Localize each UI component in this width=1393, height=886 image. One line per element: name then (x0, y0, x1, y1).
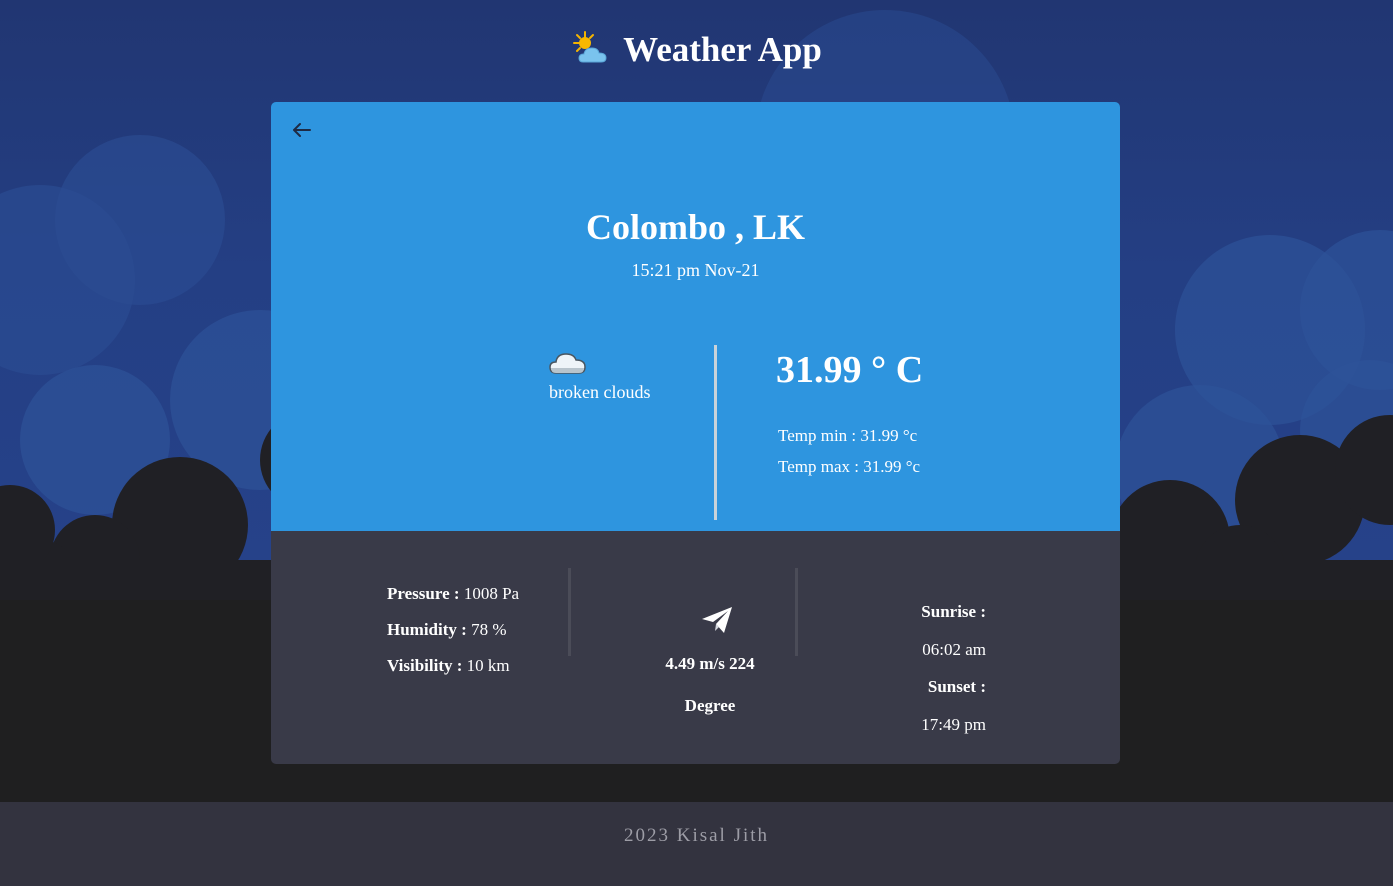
city-name: Colombo , LK (585, 207, 806, 247)
sun-behind-cloud-icon (573, 31, 607, 63)
paper-plane-icon (702, 607, 732, 633)
wind-degree: Degree (684, 696, 736, 715)
wind-speed: 4.49 m/s 224 (665, 654, 755, 673)
weather-details: Pressure : 1008 Pa Humidity : 78 % Visib… (271, 531, 1120, 764)
footer: 2023 Kisal Jith (0, 802, 1393, 886)
divider (714, 345, 717, 520)
temp-min: Temp min : 31.99 °c (778, 426, 918, 445)
sunset-time: 17:49 pm (921, 715, 986, 734)
visibility-stat: Visibility : 10 km (387, 656, 510, 676)
cloud-icon (549, 353, 586, 374)
arrow-left-icon[interactable] (289, 120, 315, 140)
visibility-value: 10 km (466, 656, 510, 675)
pressure-label: Pressure : (387, 584, 460, 603)
divider (568, 568, 571, 656)
weather-card: Colombo , LK 15:21 pm Nov-21 broken clou… (271, 102, 1120, 531)
divider (795, 568, 798, 656)
date-time: 15:21 pm Nov-21 (631, 260, 760, 280)
visibility-label: Visibility : (387, 656, 463, 675)
pressure-stat: Pressure : 1008 Pa (387, 584, 519, 604)
app-header: Weather App (0, 30, 1393, 70)
weather-condition: broken clouds (549, 382, 651, 402)
temperature: 31.99 ° C (776, 349, 924, 391)
footer-text: 2023 Kisal Jith (623, 825, 770, 846)
humidity-label: Humidity : (387, 620, 467, 639)
sunset-label: Sunset : (927, 677, 986, 696)
sunrise-label: Sunrise : (921, 602, 986, 621)
temp-max: Temp max : 31.99 °c (778, 457, 921, 476)
pressure-value: 1008 Pa (463, 584, 520, 603)
humidity-stat: Humidity : 78 % (387, 620, 506, 640)
humidity-value: 78 % (471, 620, 507, 639)
sunrise-time: 06:02 am (922, 640, 986, 659)
app-title: Weather App (623, 30, 822, 69)
